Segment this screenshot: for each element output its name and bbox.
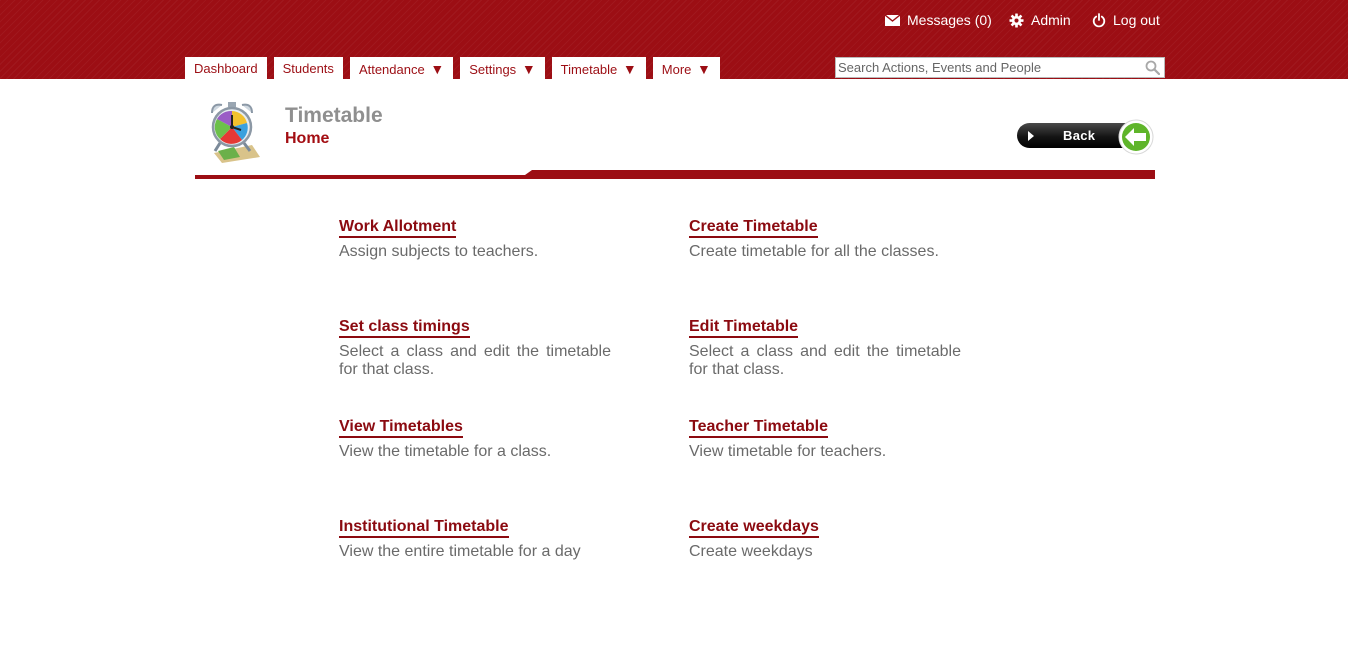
tab-dashboard[interactable]: Dashboard	[185, 57, 267, 79]
header-divider	[195, 170, 1155, 179]
search-box	[835, 57, 1165, 78]
tab-attendance[interactable]: Attendance ▼	[349, 57, 454, 79]
back-label: Back	[1063, 128, 1096, 143]
item-description: Select a class and edit the timetable fo…	[689, 343, 961, 378]
search-input[interactable]	[838, 59, 1138, 76]
item-description: View the entire timetable for a day	[339, 543, 581, 560]
tab-label: Settings	[469, 62, 517, 77]
item-description: View timetable for teachers.	[689, 443, 887, 460]
messages-link[interactable]: Messages (0)	[885, 11, 992, 29]
page-subtitle: Home	[285, 130, 330, 147]
view-timetables-link[interactable]: View Timetables	[339, 418, 463, 438]
back-arrow-icon[interactable]	[1118, 119, 1154, 155]
gear-icon	[1009, 12, 1024, 28]
dropdown-arrow-icon: ▼	[697, 61, 711, 77]
set-class-timings-link[interactable]: Set class timings	[339, 318, 470, 338]
tab-settings[interactable]: Settings ▼	[460, 57, 545, 79]
dropdown-arrow-icon: ▼	[430, 61, 445, 77]
menu-item: Edit Timetable Select a class and edit t…	[689, 318, 961, 379]
page-title: Timetable	[285, 104, 383, 127]
search-icon[interactable]	[1145, 60, 1160, 75]
create-timetable-link[interactable]: Create Timetable	[689, 218, 818, 238]
teacher-timetable-link[interactable]: Teacher Timetable	[689, 418, 829, 438]
item-description: Select a class and edit the timetable fo…	[339, 343, 611, 378]
edit-timetable-link[interactable]: Edit Timetable	[689, 318, 799, 338]
tab-timetable[interactable]: Timetable ▼	[551, 57, 646, 79]
menu-item: Teacher Timetable View timetable for tea…	[689, 418, 961, 461]
menu-item: View Timetables View the timetable for a…	[339, 418, 611, 461]
item-description: Assign subjects to teachers.	[339, 243, 539, 260]
admin-link[interactable]: Admin	[1009, 11, 1071, 29]
menu-item: Create Timetable Create timetable for al…	[689, 218, 961, 261]
dropdown-arrow-icon: ▼	[622, 61, 637, 77]
admin-label: Admin	[1031, 12, 1071, 28]
menu-item: Set class timings Select a class and edi…	[339, 318, 611, 379]
tab-label: Students	[282, 61, 334, 76]
tab-label: Dashboard	[194, 61, 258, 76]
item-description: Create timetable for all the classes.	[689, 243, 939, 260]
logout-link[interactable]: Log out	[1092, 11, 1160, 29]
create-weekdays-link[interactable]: Create weekdays	[689, 518, 819, 538]
tab-label: More	[661, 62, 692, 77]
play-arrow-icon	[1028, 131, 1034, 141]
envelope-icon	[885, 14, 900, 26]
power-icon	[1092, 12, 1106, 27]
item-description: Create weekdays	[689, 543, 813, 560]
alarm-clock-icon	[211, 102, 260, 163]
tab-label: Timetable	[560, 62, 618, 77]
item-description: View the timetable for a class.	[339, 443, 552, 460]
work-allotment-link[interactable]: Work Allotment	[339, 218, 457, 238]
menu-item: Institutional Timetable View the entire …	[339, 518, 611, 561]
main-nav: Dashboard Students Attendance ▼ Settings…	[185, 57, 727, 79]
tab-students[interactable]: Students	[273, 57, 343, 79]
menu-item: Work Allotment Assign subjects to teache…	[339, 218, 611, 261]
tab-more[interactable]: More ▼	[652, 57, 720, 79]
institutional-timetable-link[interactable]: Institutional Timetable	[339, 518, 509, 538]
top-bar: Messages (0) Admin Log out Dashboard Stu…	[0, 0, 1348, 79]
tab-label: Attendance	[358, 62, 425, 77]
logout-label: Log out	[1113, 12, 1160, 28]
menu-item: Create weekdays Create weekdays	[689, 518, 961, 561]
dropdown-arrow-icon: ▼	[521, 61, 536, 77]
messages-label: Messages (0)	[907, 12, 992, 28]
